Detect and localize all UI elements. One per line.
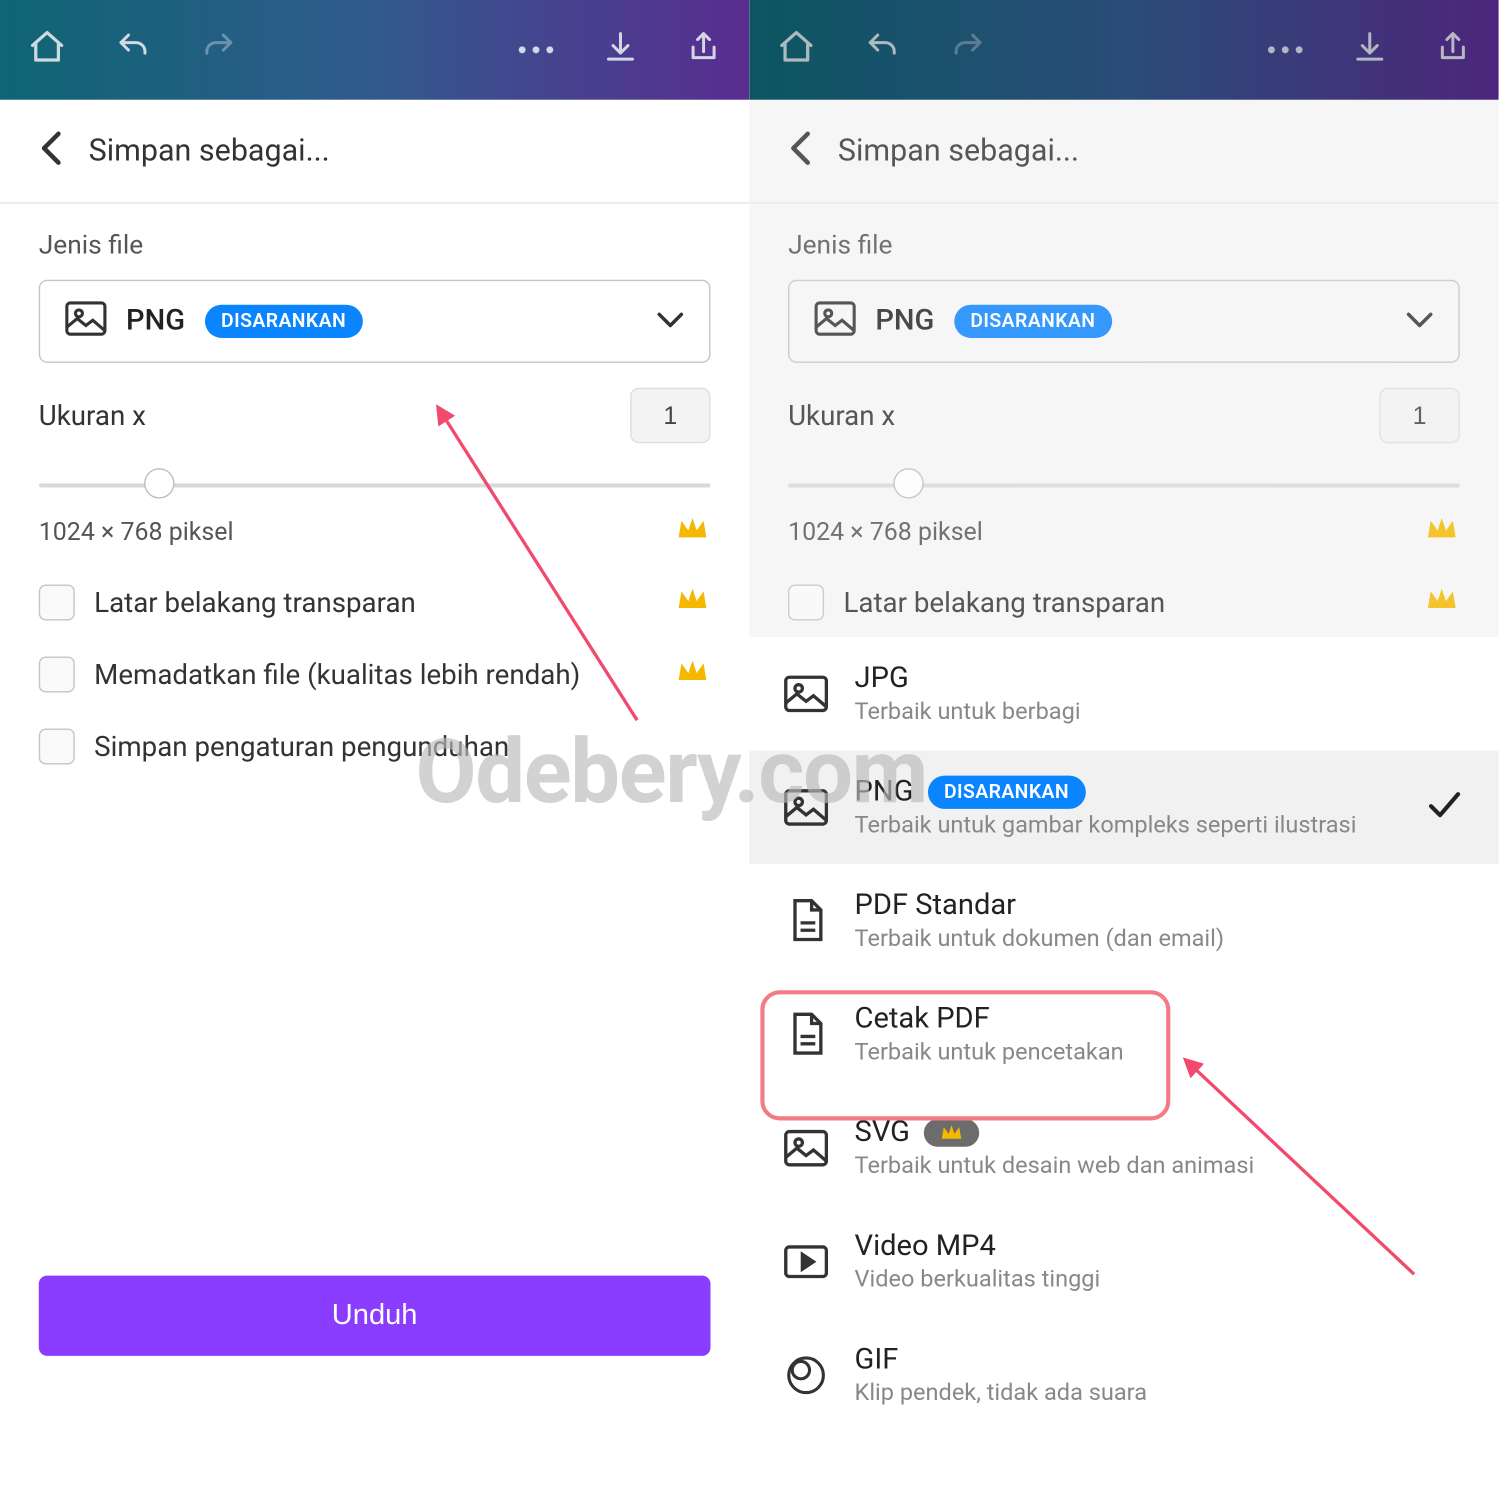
pixel-dimensions: 1024 × 768 piksel (39, 517, 234, 546)
compress-checkbox[interactable] (39, 656, 75, 692)
option-title: Video MP4 (855, 1230, 996, 1263)
crown-icon (674, 515, 710, 548)
option-subtitle: Terbaik untuk berbagi (855, 698, 1466, 726)
format-option-svg[interactable]: SVG Terbaik untuk desain web dan animasi (749, 1091, 1498, 1205)
recommended-badge: DISARANKAN (927, 776, 1085, 809)
image-icon (65, 301, 107, 343)
panel-header: Simpan sebagai... (0, 100, 749, 204)
option-title: PDF Standar (855, 889, 1016, 922)
transparent-bg-label: Latar belakang transparan (843, 586, 1404, 619)
option-title: JPG (855, 662, 909, 695)
option-title: GIF (855, 1343, 899, 1376)
selected-format: PNG (875, 305, 934, 338)
crown-icon (674, 586, 710, 619)
download-icon (1352, 29, 1388, 71)
crown-icon (1424, 586, 1460, 619)
file-type-select[interactable]: PNG DISARANKAN (39, 280, 711, 363)
document-icon (783, 899, 830, 943)
play-icon (783, 1244, 830, 1280)
size-input (1379, 388, 1459, 443)
back-icon[interactable] (39, 130, 64, 172)
image-icon (783, 1129, 830, 1168)
format-option-mp4[interactable]: Video MP4 Video berkualitas tinggi (749, 1205, 1498, 1319)
share-icon[interactable] (686, 29, 722, 71)
top-toolbar (0, 0, 749, 100)
transparent-bg-checkbox[interactable] (39, 584, 75, 620)
format-option-png[interactable]: PNG DISARANKAN Terbaik untuk gambar komp… (749, 751, 1498, 865)
save-settings-checkbox[interactable] (39, 729, 75, 765)
format-option-pdf-standard[interactable]: PDF Standar Terbaik untuk dokumen (dan e… (749, 864, 1498, 978)
panel-header: Simpan sebagai... (749, 100, 1498, 204)
download-icon[interactable] (602, 29, 638, 71)
compress-label: Memadatkan file (kualitas lebih rendah) (94, 658, 655, 691)
option-subtitle: Terbaik untuk dokumen (dan email) (855, 925, 1466, 953)
chevron-down-icon (656, 308, 684, 334)
image-icon (814, 301, 856, 343)
format-option-cetak-pdf[interactable]: Cetak PDF Terbaik untuk pencetakan (749, 978, 1498, 1092)
gif-icon (783, 1355, 830, 1397)
premium-badge (924, 1119, 979, 1147)
panel-title: Simpan sebagai... (838, 134, 1079, 169)
slider-thumb[interactable] (144, 468, 174, 498)
more-icon[interactable] (517, 37, 556, 63)
slider-thumb (894, 468, 924, 498)
selected-format: PNG (126, 305, 185, 338)
option-title: PNG (855, 776, 914, 809)
file-type-label: Jenis file (788, 229, 1460, 261)
save-settings-label: Simpan pengaturan pengunduhan (94, 730, 710, 763)
format-option-jpg[interactable]: JPG Terbaik untuk berbagi (749, 637, 1498, 751)
size-input[interactable] (630, 388, 710, 443)
size-slider (788, 468, 1460, 504)
document-icon (783, 1012, 830, 1056)
option-subtitle: Klip pendek, tidak ada suara (855, 1379, 1466, 1407)
option-subtitle: Terbaik untuk pencetakan (855, 1039, 1466, 1067)
file-type-label: Jenis file (39, 229, 711, 261)
format-sheet: JPG Terbaik untuk berbagi PNG DISARANKAN… (749, 637, 1498, 1420)
redo-icon[interactable] (199, 29, 238, 71)
share-icon (1435, 29, 1471, 71)
option-title: Cetak PDF (855, 1003, 990, 1036)
download-button[interactable]: Unduh (39, 1276, 711, 1356)
top-toolbar (749, 0, 1498, 100)
check-icon (1427, 789, 1463, 825)
transparent-bg-checkbox (788, 584, 824, 620)
home-icon (777, 28, 816, 72)
file-type-select: PNG DISARANKAN (788, 280, 1460, 363)
option-title: SVG (855, 1116, 910, 1149)
size-slider[interactable] (39, 468, 711, 504)
transparent-bg-label: Latar belakang transparan (94, 586, 655, 619)
panel-title: Simpan sebagai... (89, 134, 330, 169)
pixel-dimensions: 1024 × 768 piksel (788, 517, 983, 546)
size-label: Ukuran x (788, 399, 895, 432)
size-label: Ukuran x (39, 399, 146, 432)
right-pane: Simpan sebagai... Jenis file PNG DISARAN… (749, 0, 1498, 1420)
option-subtitle: Terbaik untuk desain web dan animasi (855, 1152, 1466, 1180)
left-pane: Simpan sebagai... Jenis file PNG DISARAN… (0, 0, 749, 1420)
crown-icon (1424, 515, 1460, 548)
back-icon (788, 130, 813, 172)
more-icon (1266, 37, 1305, 63)
chevron-down-icon (1406, 308, 1434, 334)
crown-icon (674, 658, 710, 691)
option-subtitle: Terbaik untuk gambar kompleks seperti il… (855, 812, 1466, 840)
image-icon (783, 788, 830, 827)
format-option-gif[interactable]: GIF Klip pendek, tidak ada suara (749, 1319, 1498, 1433)
image-icon (783, 674, 830, 713)
home-icon[interactable] (28, 28, 67, 72)
redo-icon (949, 29, 988, 71)
recommended-badge: DISARANKAN (204, 305, 362, 338)
undo-icon[interactable] (114, 29, 153, 71)
recommended-badge: DISARANKAN (954, 305, 1112, 338)
undo-icon (863, 29, 902, 71)
option-subtitle: Video berkualitas tinggi (855, 1266, 1466, 1294)
